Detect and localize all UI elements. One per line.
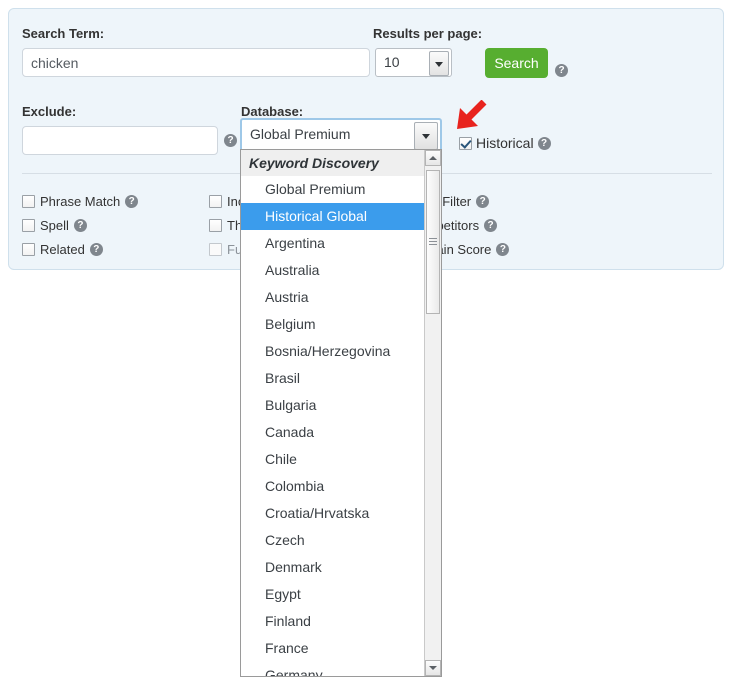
- help-icon[interactable]: ?: [496, 242, 510, 256]
- exclude-help-icon[interactable]: ?: [224, 134, 237, 147]
- help-icon[interactable]: ?: [73, 218, 87, 232]
- database-dropdown-button[interactable]: [414, 122, 438, 150]
- chevron-down-icon: [422, 134, 430, 139]
- historical-label: Historical: [476, 135, 534, 151]
- database-select[interactable]: Global Premium: [240, 118, 442, 152]
- dropdown-option-bulgaria[interactable]: Bulgaria: [241, 392, 426, 419]
- help-icon[interactable]: ?: [125, 194, 139, 208]
- checkbox[interactable]: [209, 194, 222, 208]
- option-phrase-match[interactable]: Phrase Match?: [22, 194, 209, 209]
- dropdown-option-austria[interactable]: Austria: [241, 284, 426, 311]
- checkbox[interactable]: [22, 218, 35, 232]
- dropdown-option-czech[interactable]: Czech: [241, 527, 426, 554]
- dropdown-option-colombia[interactable]: Colombia: [241, 473, 426, 500]
- results-per-page-select[interactable]: 10: [375, 48, 452, 77]
- scrollbar-thumb[interactable]: [426, 170, 440, 314]
- dropdown-option-historical-global[interactable]: Historical Global: [241, 203, 426, 230]
- option-label: Spell: [40, 217, 69, 233]
- help-icon[interactable]: ?: [476, 194, 490, 208]
- search-term-input[interactable]: [22, 48, 370, 77]
- checkbox[interactable]: [209, 242, 222, 256]
- dropdown-option-argentina[interactable]: Argentina: [241, 230, 426, 257]
- historical-checkbox[interactable]: [459, 136, 472, 150]
- database-selected-value: Global Premium: [250, 126, 351, 142]
- checkbox[interactable]: [209, 218, 222, 232]
- dropdown-group-label: Keyword Discovery: [241, 150, 426, 176]
- search-button[interactable]: Search: [485, 48, 548, 78]
- results-per-page-label: Results per page:: [373, 26, 483, 41]
- search-help-icon[interactable]: ?: [555, 64, 568, 77]
- historical-checkbox-group[interactable]: Historical ?: [459, 135, 551, 151]
- dropdown-option-france[interactable]: France: [241, 635, 426, 662]
- dropdown-option-belgium[interactable]: Belgium: [241, 311, 426, 338]
- dropdown-option-finland[interactable]: Finland: [241, 608, 426, 635]
- option-label: Related: [40, 241, 85, 257]
- dropdown-option-germany[interactable]: Germany: [241, 662, 426, 676]
- database-dropdown-list[interactable]: Keyword Discovery Global Premium Historica…: [240, 149, 442, 677]
- results-per-page-dropdown-button[interactable]: [429, 51, 449, 76]
- scrollbar-grip-icon: [429, 238, 437, 246]
- historical-help-icon[interactable]: ?: [537, 136, 551, 150]
- dropdown-option-croatia-hrvatska[interactable]: Croatia/Hrvatska: [241, 500, 426, 527]
- option-spell[interactable]: Spell?: [22, 218, 209, 233]
- results-per-page-value: 10: [384, 54, 400, 70]
- help-icon[interactable]: ?: [89, 242, 103, 256]
- dropdown-option-australia[interactable]: Australia: [241, 257, 426, 284]
- option-label: Phrase Match: [40, 193, 121, 209]
- dropdown-scrollbar[interactable]: [424, 150, 441, 676]
- database-option-items: Keyword Discovery Global Premium Historica…: [241, 150, 426, 676]
- dropdown-option-global-premium[interactable]: Global Premium: [241, 176, 426, 203]
- chevron-down-icon: [435, 61, 443, 67]
- dropdown-option-bosnia-herzegovina[interactable]: Bosnia/Herzegovina: [241, 338, 426, 365]
- option-related[interactable]: Related?: [22, 242, 209, 257]
- exclude-input[interactable]: [22, 126, 218, 155]
- checkbox[interactable]: [22, 242, 35, 256]
- dropdown-option-chile[interactable]: Chile: [241, 446, 426, 473]
- checkbox[interactable]: [22, 194, 35, 208]
- exclude-label: Exclude:: [22, 104, 77, 119]
- dropdown-option-brasil[interactable]: Brasil: [241, 365, 426, 392]
- dropdown-option-canada[interactable]: Canada: [241, 419, 426, 446]
- help-icon[interactable]: ?: [484, 218, 498, 232]
- scroll-down-arrow-icon[interactable]: [425, 660, 441, 676]
- scroll-up-arrow-icon[interactable]: [425, 150, 441, 166]
- search-term-label: Search Term:: [22, 26, 105, 41]
- dropdown-option-egypt[interactable]: Egypt: [241, 581, 426, 608]
- dropdown-option-denmark[interactable]: Denmark: [241, 554, 426, 581]
